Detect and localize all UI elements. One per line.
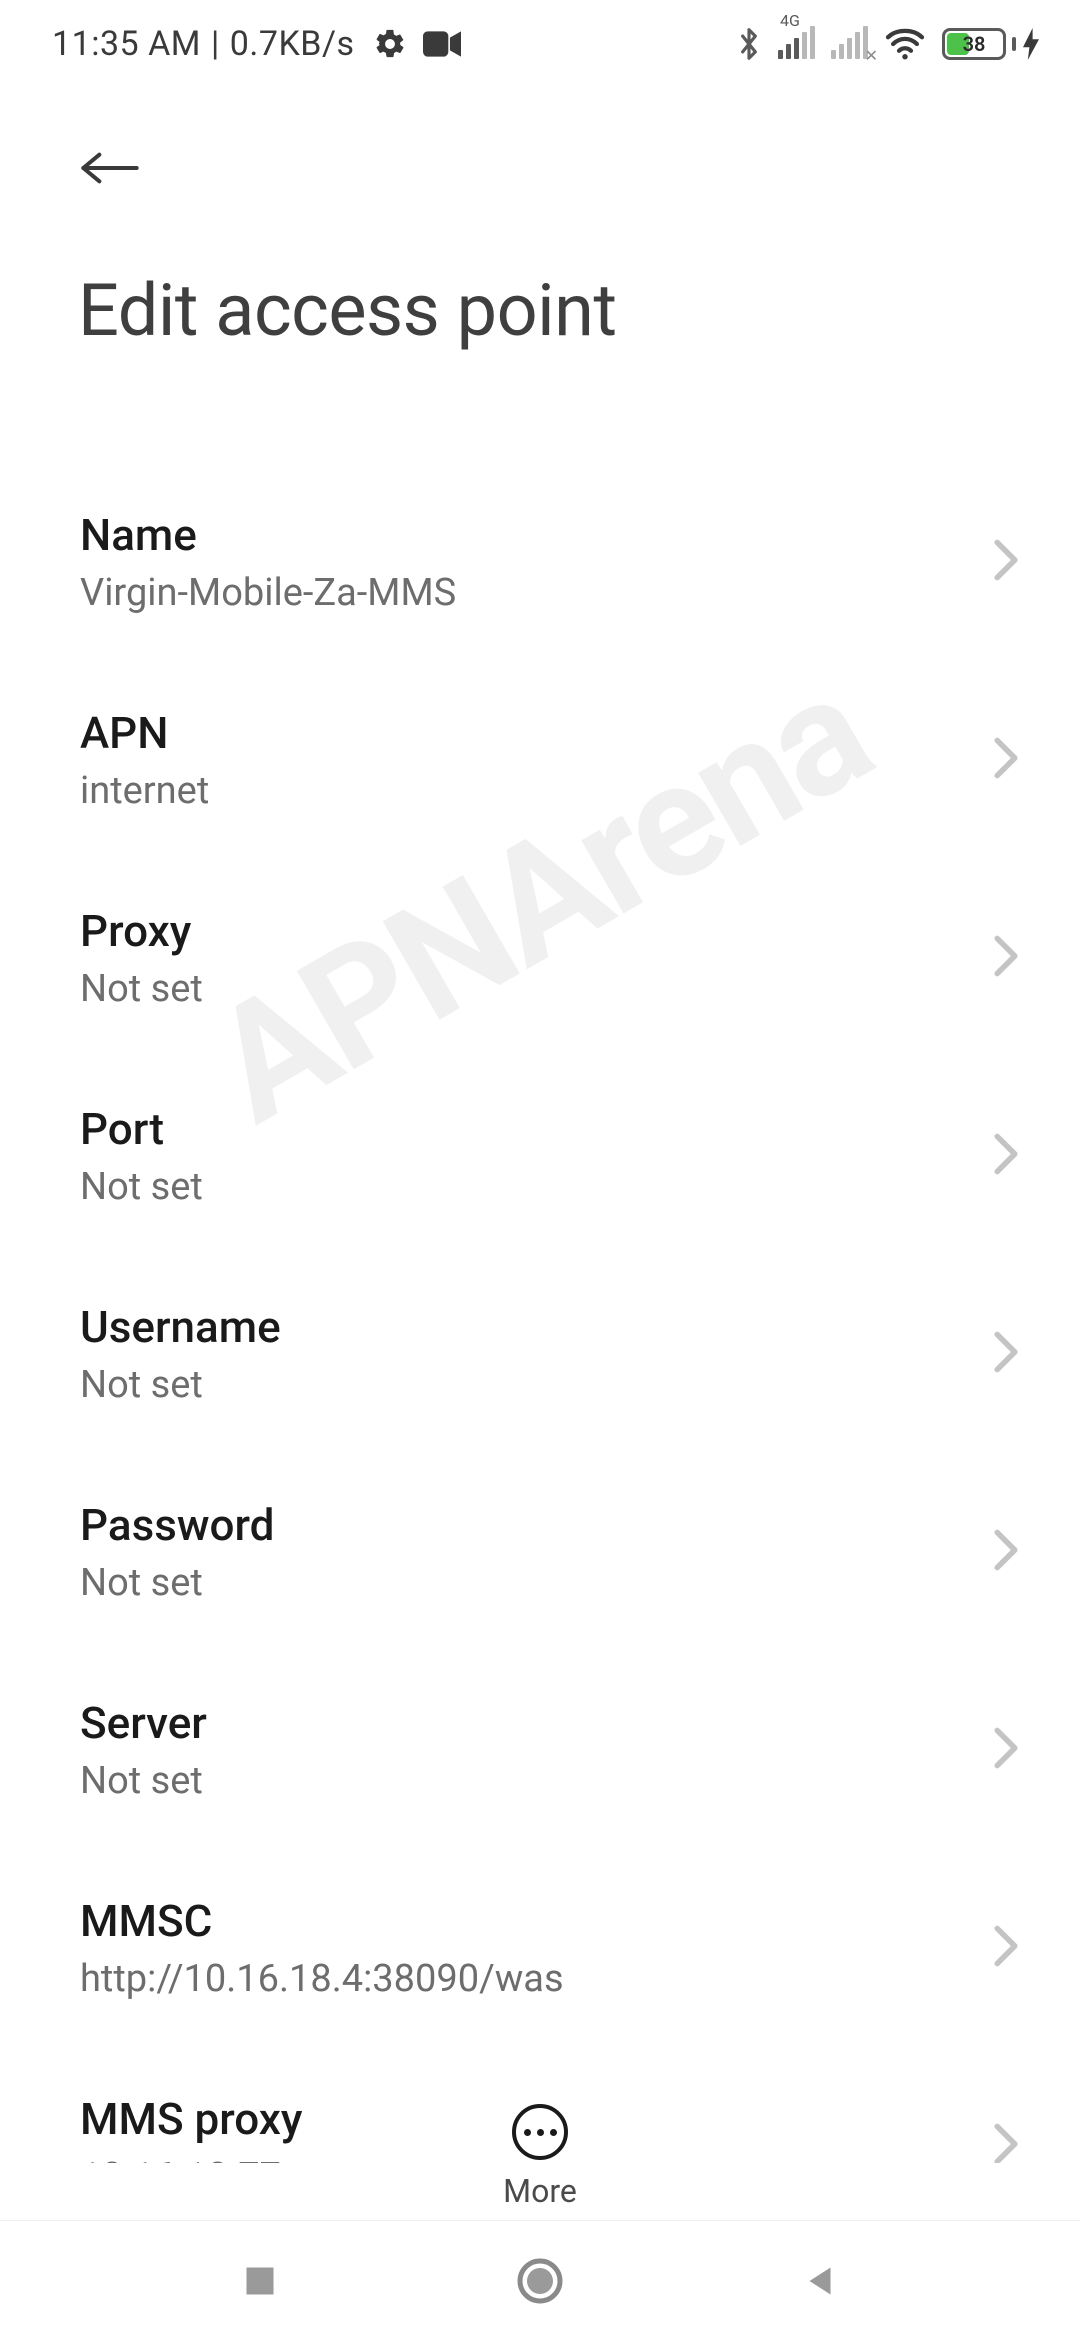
row-label: Port — [80, 1103, 972, 1155]
nav-back-button[interactable] — [785, 2246, 855, 2316]
chevron-right-icon — [992, 1528, 1020, 1576]
nav-recent-button[interactable] — [225, 2246, 295, 2316]
row-server[interactable]: Server Not set — [0, 1651, 1080, 1849]
back-button[interactable] — [78, 128, 158, 208]
gear-icon — [373, 27, 407, 61]
chevron-right-icon — [992, 1726, 1020, 1774]
bluetooth-icon — [736, 25, 762, 63]
row-password[interactable]: Password Not set — [0, 1453, 1080, 1651]
square-icon — [242, 2263, 278, 2299]
battery-indicator: 38 — [942, 28, 1040, 60]
row-value: Not set — [80, 1363, 972, 1407]
more-horizontal-icon — [512, 2104, 568, 2160]
system-nav-bar — [0, 2220, 1080, 2340]
signal-sim2-icon: ✕ — [831, 29, 868, 59]
row-value: Not set — [80, 1561, 972, 1605]
row-label: Server — [80, 1697, 972, 1749]
circle-icon — [516, 2257, 564, 2305]
row-label: Name — [80, 509, 972, 561]
row-label: Proxy — [80, 905, 972, 957]
row-value: Virgin-Mobile-Za-MMS — [80, 571, 972, 615]
chevron-right-icon — [992, 736, 1020, 784]
status-net-speed: 0.7KB/s — [230, 24, 355, 64]
row-value: Not set — [80, 967, 972, 1011]
status-separator: | — [211, 24, 220, 64]
row-label: MMSC — [80, 1895, 972, 1947]
status-time: 11:35 AM — [52, 24, 201, 64]
row-proxy[interactable]: Proxy Not set — [0, 859, 1080, 1057]
triangle-left-icon — [802, 2261, 838, 2301]
chevron-right-icon — [992, 538, 1020, 586]
row-value: Not set — [80, 1165, 972, 1209]
more-button[interactable]: More — [0, 2104, 1080, 2210]
arrow-left-icon — [78, 146, 142, 190]
camera-icon — [423, 30, 461, 58]
status-bar: 11:35 AM | 0.7KB/s 4G ✕ 38 — [0, 0, 1080, 88]
charging-bolt-icon — [1022, 28, 1040, 60]
wifi-icon — [884, 27, 926, 61]
row-apn[interactable]: APN internet — [0, 661, 1080, 859]
row-value: http://10.16.18.4:38090/was — [80, 1957, 972, 2001]
row-username[interactable]: Username Not set — [0, 1255, 1080, 1453]
chevron-right-icon — [992, 1330, 1020, 1378]
row-label: Password — [80, 1499, 972, 1551]
row-label: Username — [80, 1301, 972, 1353]
row-mmsc[interactable]: MMSC http://10.16.18.4:38090/was — [0, 1849, 1080, 2047]
row-label: APN — [80, 707, 972, 759]
more-label: More — [503, 2172, 577, 2210]
chevron-right-icon — [992, 1132, 1020, 1180]
signal-sim1-icon: 4G — [778, 29, 815, 59]
settings-list: Name Virgin-Mobile-Za-MMS APN internet P… — [0, 463, 1080, 2163]
row-name[interactable]: Name Virgin-Mobile-Za-MMS — [0, 463, 1080, 661]
nav-home-button[interactable] — [505, 2246, 575, 2316]
row-port[interactable]: Port Not set — [0, 1057, 1080, 1255]
row-value: Not set — [80, 1759, 972, 1803]
battery-percent-label: 38 — [945, 32, 1003, 56]
chevron-right-icon — [992, 934, 1020, 982]
signal-4g-label: 4G — [780, 11, 800, 30]
chevron-right-icon — [992, 1924, 1020, 1972]
row-value: internet — [80, 769, 972, 813]
page-title: Edit access point — [78, 268, 1020, 353]
